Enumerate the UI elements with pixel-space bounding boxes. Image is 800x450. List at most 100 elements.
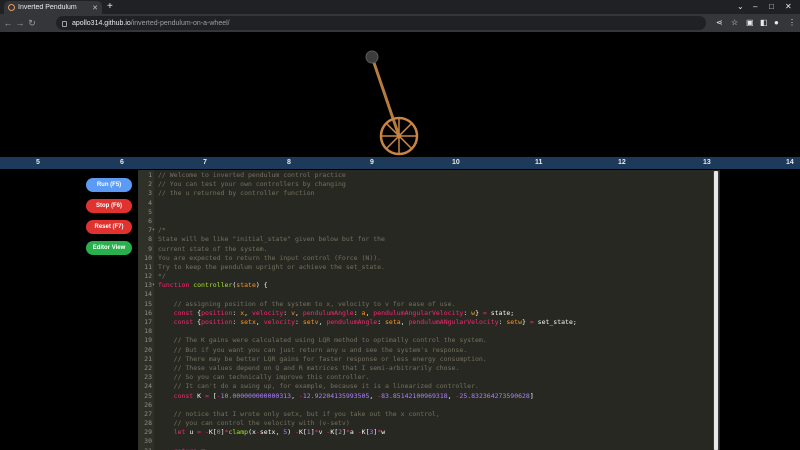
ruler-tick: 5 [36,159,40,166]
code-line[interactable]: 15 // assigning position of the system t… [138,300,708,309]
wheel [379,116,419,156]
ruler-tick: 6 [120,159,124,166]
code-token: position [201,318,233,326]
reset-button[interactable]: Reset (F7) [86,220,132,234]
code-line[interactable]: 28 // you can control the velocity with … [138,419,708,428]
code-line[interactable]: 25 const K = [-10.000000000000313, -12.9… [138,392,708,401]
code-text: return u [157,447,205,450]
code-token: setv [302,318,319,326]
code-line[interactable]: 31 return u [138,447,708,450]
code-line[interactable]: 21 // There may be better LQR gains for … [138,355,708,364]
code-token: const [173,308,198,317]
stop-button[interactable]: Stop (F6) [86,199,132,213]
code-token: : [463,308,472,317]
editor-scrollbar[interactable] [713,171,719,450]
code-text: // So you can technically improve this c… [157,373,370,382]
back-icon[interactable]: ← [2,18,14,28]
line-number: 25 [144,391,152,400]
reload-icon[interactable]: ↻ [26,18,38,29]
address-bar[interactable]: apollo314.github.io/inverted-pendulum-on… [56,16,706,30]
code-token: = [529,318,538,326]
ruler-tick: 7 [203,159,207,166]
code-token: // the u returned by controller function [158,189,315,198]
line-number: 23 [144,373,152,382]
close-tab-icon[interactable]: ✕ [92,4,98,12]
code-line[interactable]: 1 // Welcome to inverted pendulum control… [138,171,708,180]
code-line[interactable]: 12 */ [138,272,708,281]
code-line[interactable]: 19 // The K gains were calculated using … [138,336,708,345]
line-number: 18 [144,327,152,336]
code-line[interactable]: 9 current state of the system. [138,245,708,254]
code-line[interactable]: 17 const {position: setx, velocity: setv… [138,318,708,327]
code-line[interactable]: 2 // You can test your own controllers by… [138,180,708,189]
code-token: You are expected to return the input con… [158,253,382,262]
minimize-icon[interactable]: – [753,2,757,12]
code-line[interactable]: 7 ▾/* [138,226,708,235]
code-line[interactable]: 16 const {position: x, velocity: v, pend… [138,309,708,318]
code-token: state; [490,308,515,317]
ruler-tick: 11 [535,159,543,166]
browser-tab[interactable]: Inverted Pendulum ✕ [4,1,102,14]
line-number: 9 [148,244,152,253]
close-window-icon[interactable]: ✕ [785,2,792,12]
code-text: // the u returned by controller function [157,189,315,198]
scrollbar-thumb[interactable] [714,171,718,450]
code-line[interactable]: 23 // So you can technically improve thi… [138,373,708,382]
code-line[interactable]: 14 [138,290,708,299]
code-text: /* [157,226,166,235]
code-line[interactable]: 4 [138,199,708,208]
sidebar-icon[interactable]: ◧ [760,17,768,29]
code-token: , [400,318,409,326]
code-token: : [377,318,386,326]
code-token: ) { [255,281,268,290]
code-token: seta [385,318,401,326]
code-text: const {position: setx, velocity: setv, p… [157,318,577,327]
line-number: 16 [144,308,152,317]
code-line[interactable]: 20 // But if you want you can just retur… [138,346,708,355]
code-token: : [295,318,303,326]
code-line[interactable]: 30 [138,437,708,446]
menu-icon[interactable]: ⋮ [788,17,796,29]
code-token: ) [287,428,296,437]
run-button[interactable]: Run (F5) [86,178,132,192]
code-line[interactable]: 10 You are expected to return the input c… [138,254,708,263]
maximize-icon[interactable]: □ [769,2,774,12]
code-token: controller [193,281,233,290]
code-token: clamp [228,428,249,437]
bookmark-star-icon[interactable]: ☆ [731,17,738,29]
code-line[interactable]: 8 State will be like "initial_state" give… [138,235,708,244]
extensions-icon[interactable]: ▣ [746,17,754,29]
code-token: u [189,428,198,437]
code-token: return [174,447,201,450]
code-line[interactable]: 24 // It can't do a swing up, for exampl… [138,382,708,391]
editor-view-button[interactable]: Editor View [86,241,132,255]
new-tab-icon[interactable]: + [107,1,113,13]
code-editor[interactable]: 1 // Welcome to inverted pendulum control… [138,170,720,450]
code-token: // You can test your own controllers by … [158,180,346,189]
code-line[interactable]: 22 // These values depend on Q and R mat… [138,364,708,373]
code-line[interactable]: 11 Try to keep the pendulum upright or ac… [138,263,708,272]
code-line[interactable]: 3 // the u returned by controller functio… [138,189,708,198]
code-line[interactable]: 13 ▾ function controller(state) { [138,281,708,290]
code-token: State will be like "initial_state" given… [158,235,385,244]
forward-icon[interactable]: → [14,18,26,28]
code-line[interactable]: 27 // notice that I wrote only setx, but… [138,410,708,419]
code-line[interactable]: 6 [138,217,708,226]
tab-search-icon[interactable]: ⌄ [737,2,744,12]
code-line[interactable]: 26 [138,401,708,410]
ruler-tick: 10 [452,159,460,166]
code-token: // There may be better LQR gains for fas… [173,354,487,363]
share-icon[interactable]: ⋖ [716,17,723,29]
code-line[interactable]: 5 [138,208,708,217]
code-line[interactable]: 18 [138,327,708,336]
code-line[interactable]: 29 let u = -K[0]*clamp(x-setx, 5) -K[1]*… [138,428,708,437]
profile-icon[interactable]: ● [774,17,779,29]
code-token: /* [158,226,166,235]
code-text: // you can control the velocity with (v-… [157,419,350,428]
code-token: // you can control the velocity with (v-… [173,419,350,428]
code-token: = - [197,428,209,437]
